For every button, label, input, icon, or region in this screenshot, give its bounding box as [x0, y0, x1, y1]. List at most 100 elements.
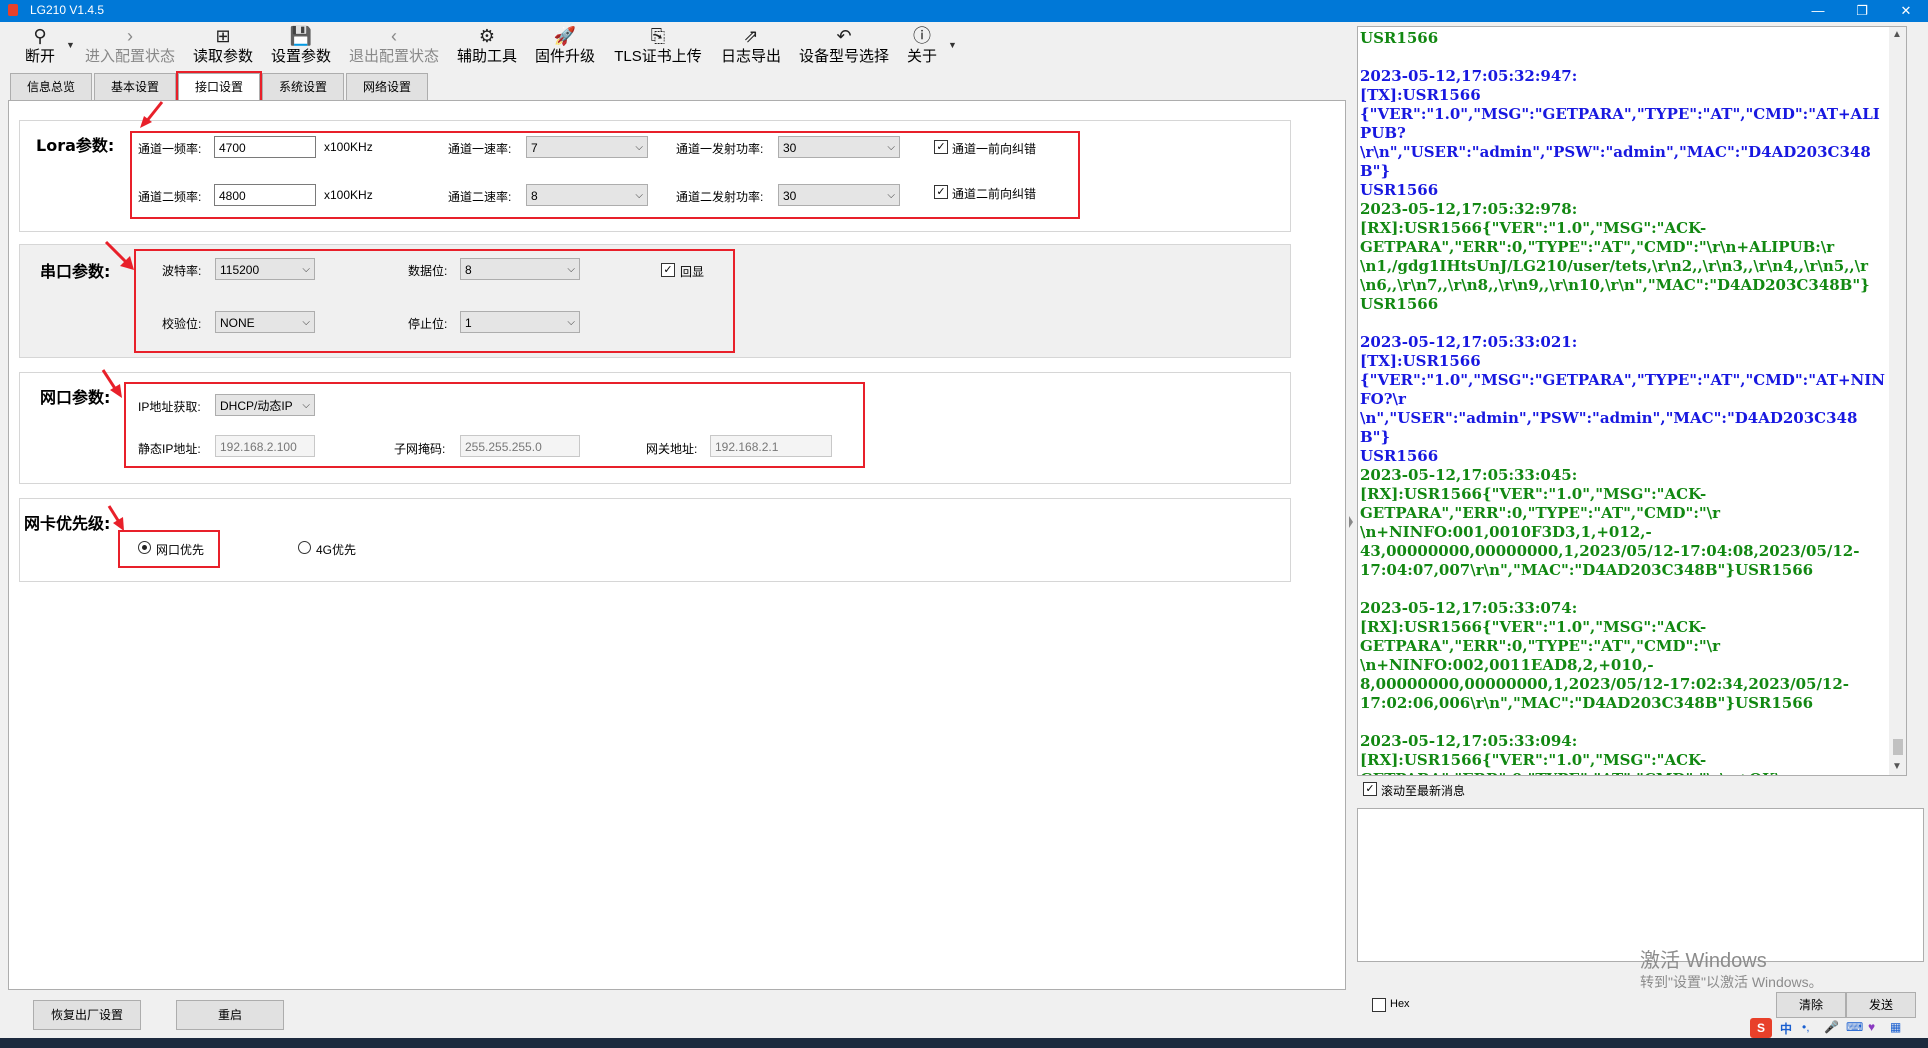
skin-icon[interactable]: ♥ — [1868, 1020, 1875, 1034]
priority-lan-radio[interactable] — [138, 541, 151, 554]
tab-basic-settings[interactable]: 基本设置 — [94, 73, 176, 101]
echo-checkbox[interactable]: ✓ — [661, 263, 675, 277]
tls-upload-label: TLS证书上传 — [614, 48, 702, 65]
annotation-arrow-icon — [101, 369, 122, 398]
parity-select[interactable]: NONE ⌵ — [215, 311, 315, 333]
undo-icon: ↶ — [836, 26, 852, 46]
chevron-down-icon: ⌵ — [302, 317, 310, 328]
autoscroll-checkbox[interactable]: ✓ — [1363, 782, 1377, 796]
activation-watermark-subtitle: 转到"设置"以激活 Windows。 — [1640, 974, 1823, 990]
ch2-fec-checkbox[interactable]: ✓ — [934, 185, 948, 199]
enter-config-button[interactable]: › 进入配置状态 — [80, 24, 180, 68]
tab-interface-settings[interactable]: 接口设置 — [178, 73, 260, 101]
exit-config-button[interactable]: ‹ 退出配置状态 — [344, 24, 444, 68]
read-params-button[interactable]: ⊞ 读取参数 — [188, 24, 258, 68]
log-line: 2023-05-12,17:05:33:094: — [1360, 732, 1578, 750]
chevron-down-icon: ⌵ — [302, 264, 310, 275]
echo-label: 回显 — [680, 265, 705, 279]
disconnect-icon: ⚲ — [33, 26, 47, 46]
sogou-icon[interactable]: S — [1750, 1018, 1772, 1038]
info-icon: ⓘ — [913, 26, 931, 46]
databits-select[interactable]: 8 ⌵ — [460, 258, 580, 280]
ime-mode-label[interactable]: 中 — [1780, 1020, 1792, 1037]
gateway-input[interactable]: 192.168.2.1 — [710, 435, 832, 457]
baud-select[interactable]: 115200 ⌵ — [215, 258, 315, 280]
device-model-label: 设备型号选择 — [798, 48, 889, 65]
priority-4g-label: 4G优先 — [316, 543, 357, 557]
ch1-freq-unit: x100KHz — [324, 140, 373, 154]
log-output[interactable]: USR1566 2023-05-12,17:05:32:947: [TX]:USR1… — [1357, 26, 1907, 776]
clear-button[interactable]: 清除 — [1776, 992, 1846, 1018]
firmware-upgrade-button[interactable]: 🚀 固件升级 — [530, 24, 600, 68]
log-line: {"VER":"1.0","MSG":"GETPARA","TYPE":"AT"… — [1360, 371, 1885, 408]
tab-overview[interactable]: 信息总览 — [10, 73, 92, 101]
log-line: GETPARA","ERR":0,"TYPE":"AT","CMD":"\r\n… — [1360, 238, 1835, 256]
annotation-arrow-icon — [104, 240, 134, 270]
log-line: [RX]:USR1566{"VER":"1.0","MSG":"ACK- — [1360, 751, 1707, 769]
ch1-freq-input[interactable]: 4700 — [214, 136, 316, 158]
log-line: USR1566 — [1360, 181, 1439, 199]
title-bar: LG210 V1.4.5 — ❐ ✕ — [0, 0, 1928, 22]
stopbits-select[interactable]: 1 ⌵ — [460, 311, 580, 333]
ch1-power-label: 通道一发射功率: — [676, 142, 764, 156]
dropdown-arrow-icon[interactable]: ▼ — [948, 40, 957, 50]
export-icon: ⇗ — [743, 26, 759, 46]
ch2-power-select[interactable]: 30 ⌵ — [778, 184, 900, 206]
chevron-down-icon: ⌵ — [887, 142, 895, 153]
log-line: GETPARA","ERR":0,"TYPE":"AT","CMD":"\r — [1360, 504, 1721, 522]
tab-network-settings[interactable]: 网络设置 — [346, 73, 428, 101]
scroll-thumb[interactable] — [1893, 739, 1903, 755]
ch2-freq-input[interactable]: 4800 — [214, 184, 316, 206]
priority-4g-radio[interactable] — [298, 541, 311, 554]
priority-title: 网卡优先级: — [24, 514, 111, 533]
send-input[interactable] — [1357, 808, 1924, 962]
log-line: \r\n","USER":"admin","PSW":"admin","MAC"… — [1360, 143, 1871, 180]
log-export-button[interactable]: ⇗ 日志导出 — [716, 24, 786, 68]
splitter[interactable] — [1345, 22, 1357, 1022]
set-params-button[interactable]: 💾 设置参数 — [266, 24, 336, 68]
disconnect-button[interactable]: ⚲ 断开 — [20, 24, 60, 68]
scroll-down-icon[interactable]: ▼ — [1892, 761, 1902, 772]
log-line: USR1566 — [1360, 29, 1439, 47]
chevron-down-icon: ⌵ — [567, 317, 575, 328]
log-line: {"VER":"1.0","MSG":"GETPARA","TYPE":"AT"… — [1360, 105, 1880, 142]
save-icon: 💾 — [289, 26, 313, 46]
aux-tools-button[interactable]: ⚙ 辅助工具 — [452, 24, 522, 68]
log-scrollbar[interactable]: ▲ ▼ — [1889, 27, 1906, 775]
ip-mode-select[interactable]: DHCP/动态IP ⌵ — [215, 394, 315, 416]
ch1-power-select[interactable]: 30 ⌵ — [778, 136, 900, 158]
close-icon[interactable]: ✕ — [1884, 0, 1928, 22]
log-line: GETPARA","ERR":0,"TYPE":"AT","CMD":"\r\n… — [1360, 770, 1885, 775]
ch2-rate-select[interactable]: 8 ⌵ — [526, 184, 648, 206]
punctuation-icon[interactable]: •, — [1802, 1020, 1810, 1034]
scroll-up-icon[interactable]: ▲ — [1892, 29, 1902, 40]
dropdown-arrow-icon[interactable]: ▼ — [66, 40, 75, 50]
tls-upload-button[interactable]: ⎘ TLS证书上传 — [608, 24, 708, 68]
about-button[interactable]: ⓘ 关于 — [902, 24, 942, 68]
restore-icon[interactable]: ❐ — [1840, 0, 1884, 22]
device-model-button[interactable]: ↶ 设备型号选择 — [794, 24, 894, 68]
send-button[interactable]: 发送 — [1846, 992, 1916, 1018]
minimize-icon[interactable]: — — [1796, 0, 1840, 22]
microphone-icon[interactable]: 🎤 — [1824, 1020, 1839, 1034]
serial-group — [19, 244, 1291, 358]
chevron-left-icon: ‹ — [391, 26, 397, 46]
ch2-power-label: 通道二发射功率: — [676, 190, 764, 204]
ch1-fec-checkbox[interactable]: ✓ — [934, 140, 948, 154]
static-ip-label: 静态IP地址: — [138, 442, 201, 456]
splitter-grip-icon — [1349, 516, 1353, 528]
tab-system-settings[interactable]: 系统设置 — [262, 73, 344, 101]
reboot-button[interactable]: 重启 — [176, 1000, 284, 1030]
grid-icon[interactable]: ▦ — [1890, 1020, 1901, 1034]
mask-input[interactable]: 255.255.255.0 — [460, 435, 580, 457]
keyboard-icon[interactable]: ⌨ — [1846, 1020, 1863, 1034]
set-params-label: 设置参数 — [270, 48, 331, 65]
ch1-freq-label: 通道一频率: — [138, 142, 202, 156]
ch1-rate-select[interactable]: 7 ⌵ — [526, 136, 648, 158]
factory-reset-button[interactable]: 恢复出厂设置 — [33, 1000, 141, 1030]
autoscroll-label: 滚动至最新消息 — [1381, 784, 1466, 798]
static-ip-input[interactable]: 192.168.2.100 — [215, 435, 315, 457]
hex-checkbox[interactable] — [1372, 998, 1386, 1012]
ch2-fec-label: 通道二前向纠错 — [952, 187, 1037, 201]
